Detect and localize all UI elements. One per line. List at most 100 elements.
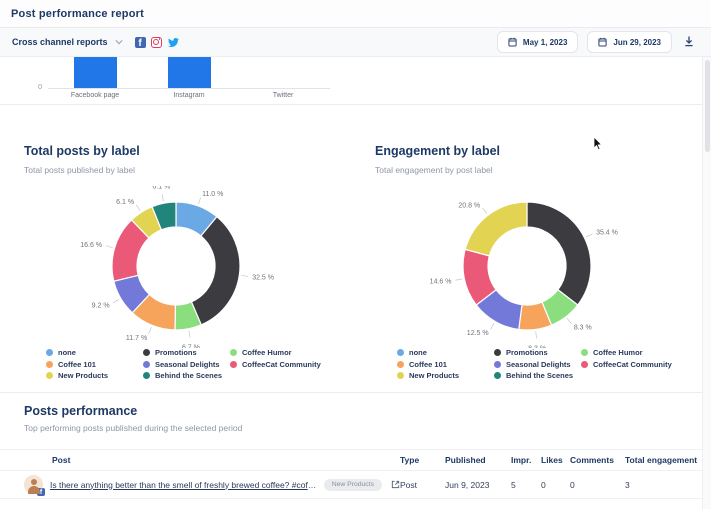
legend-item-none[interactable]: none — [397, 348, 494, 357]
category-label-facebook-page: Facebook page — [71, 92, 119, 99]
channel-bar-chart: 0 Facebook pageInstagramTwitter — [0, 57, 702, 105]
legend-item-coffeecat-community[interactable]: CoffeeCat Community — [581, 360, 678, 369]
download-report-button[interactable] — [681, 33, 697, 52]
legend-label: Coffee 101 — [409, 360, 447, 369]
chevron-down-icon — [115, 39, 123, 45]
donut-percent-label: 6.1 % — [152, 186, 170, 190]
bar-facebook-page[interactable] — [74, 57, 117, 88]
legend-color-dot — [46, 372, 53, 379]
column-header-impressions: Impr. — [511, 455, 541, 465]
label-badge: New Products — [324, 479, 382, 491]
legend-label: New Products — [58, 371, 108, 380]
report-type-selector[interactable]: Cross channel reports — [12, 37, 123, 47]
column-header-likes: Likes — [541, 455, 570, 465]
section-subtitle: Top performing posts published during th… — [24, 423, 702, 433]
post-link[interactable]: Is there anything better than the smell … — [50, 480, 317, 490]
cell-impressions: 5 — [511, 480, 541, 490]
scrollbar-thumb[interactable] — [705, 60, 710, 152]
date-to-picker[interactable]: Jun 29, 2023 — [587, 31, 672, 53]
donut-percent-label: 20.8 % — [458, 202, 480, 209]
donut-percent-label: 6.1 % — [116, 199, 134, 206]
legend-label: Coffee Humor — [242, 348, 292, 357]
legend-color-dot — [143, 361, 150, 368]
legend-item-new-products[interactable]: New Products — [46, 371, 143, 380]
legend-item-new-products[interactable]: New Products — [397, 371, 494, 380]
chart-legend: none Coffee 101 New Products Promotions Seas… — [46, 348, 351, 380]
legend-color-dot — [46, 361, 53, 368]
legend-item-seasonal-delights[interactable]: Seasonal Delights — [143, 360, 230, 369]
legend-item-coffee-humor[interactable]: Coffee Humor — [230, 348, 327, 357]
toolbar-right-group: May 1, 2023 Jun 29, 2023 — [497, 31, 699, 53]
legend-item-promotions[interactable]: Promotions — [143, 348, 230, 357]
column-header-published: Published — [445, 455, 511, 465]
label-charts-section: Total posts by label Total posts publish… — [0, 106, 702, 393]
cell-likes: 0 — [541, 480, 570, 490]
donut-percent-label: 12.5 % — [466, 330, 488, 337]
table-row[interactable]: Is there anything better than the smell … — [0, 471, 702, 499]
x-axis-line — [48, 88, 330, 89]
legend-item-coffee-101[interactable]: Coffee 101 — [46, 360, 143, 369]
legend-label: CoffeeCat Community — [242, 360, 321, 369]
card-subtitle: Total engagement by post label — [375, 165, 702, 176]
legend-label: Seasonal Delights — [155, 360, 220, 369]
legend-item-coffee-humor[interactable]: Coffee Humor — [581, 348, 678, 357]
card-title: Total posts by label — [24, 144, 351, 159]
legend-color-dot — [397, 372, 404, 379]
legend-label: none — [409, 348, 427, 357]
twitter-icon[interactable] — [167, 37, 180, 48]
legend-color-dot — [494, 361, 501, 368]
legend-item-coffeecat-community[interactable]: CoffeeCat Community — [230, 360, 327, 369]
legend-color-dot — [494, 372, 501, 379]
legend-item-behind-the-scenes[interactable]: Behind the Scenes — [494, 371, 581, 380]
card-subtitle: Total posts published by label — [24, 165, 351, 176]
donut-slice-promotions[interactable] — [527, 202, 591, 305]
date-from-picker[interactable]: May 1, 2023 — [497, 31, 578, 53]
donut-percent-label: 16.6 % — [80, 242, 102, 249]
avatar — [24, 475, 43, 494]
legend-label: none — [58, 348, 76, 357]
legend-item-coffee-101[interactable]: Coffee 101 — [397, 360, 494, 369]
page-title: Post performance report — [11, 8, 144, 20]
category-label-twitter: Twitter — [273, 92, 294, 99]
bar-instagram[interactable] — [168, 57, 211, 88]
legend-item-seasonal-delights[interactable]: Seasonal Delights — [494, 360, 581, 369]
legend-item-none[interactable]: none — [46, 348, 143, 357]
external-link-icon[interactable] — [391, 480, 400, 489]
card-title: Engagement by label — [375, 144, 702, 159]
legend-color-dot — [397, 349, 404, 356]
legend-color-dot — [46, 349, 53, 356]
legend-color-dot — [143, 349, 150, 356]
channel-filter-icons — [135, 37, 180, 48]
engagement-donut-chart: 35.4 %8.3 %8.3 %12.5 %14.6 %20.8 % — [362, 186, 692, 348]
legend-item-behind-the-scenes[interactable]: Behind the Scenes — [143, 371, 230, 380]
legend-color-dot — [581, 349, 588, 356]
legend-item-promotions[interactable]: Promotions — [494, 348, 581, 357]
legend-color-dot — [230, 349, 237, 356]
donut-percent-label: 11.7 % — [125, 335, 146, 342]
column-header-total-engagement: Total engagement — [625, 455, 702, 465]
facebook-icon[interactable] — [135, 37, 146, 48]
donut-percent-label: 9.2 % — [91, 302, 109, 309]
cell-comments: 0 — [570, 480, 625, 490]
report-type-label: Cross channel reports — [12, 37, 108, 47]
scrollbar-track[interactable] — [702, 57, 711, 509]
legend-label: Coffee 101 — [58, 360, 96, 369]
donut-percent-label: 11.0 % — [202, 191, 223, 198]
calendar-icon — [508, 37, 517, 47]
post-performance-report-page: Post performance report Cross channel re… — [0, 0, 711, 509]
page-header: Post performance report — [0, 0, 711, 28]
category-label-instagram: Instagram — [173, 92, 204, 99]
donut-slice-new-products[interactable] — [465, 202, 527, 256]
cell-published: Jun 9, 2023 — [445, 480, 511, 490]
date-to-value: Jun 29, 2023 — [613, 38, 661, 47]
legend-label: Promotions — [155, 348, 197, 357]
legend-color-dot — [143, 372, 150, 379]
total-posts-donut-chart: 11.0 %32.5 %6.7 %11.7 %9.2 %16.6 %6.1 %6… — [11, 186, 341, 348]
facebook-badge-icon — [37, 488, 45, 496]
legend-label: Coffee Humor — [593, 348, 643, 357]
cell-type: Post — [400, 480, 445, 490]
legend-color-dot — [230, 361, 237, 368]
chart-legend: none Coffee 101 New Products Promotions Seas… — [397, 348, 702, 380]
legend-label: CoffeeCat Community — [593, 360, 672, 369]
instagram-icon[interactable] — [151, 37, 162, 48]
